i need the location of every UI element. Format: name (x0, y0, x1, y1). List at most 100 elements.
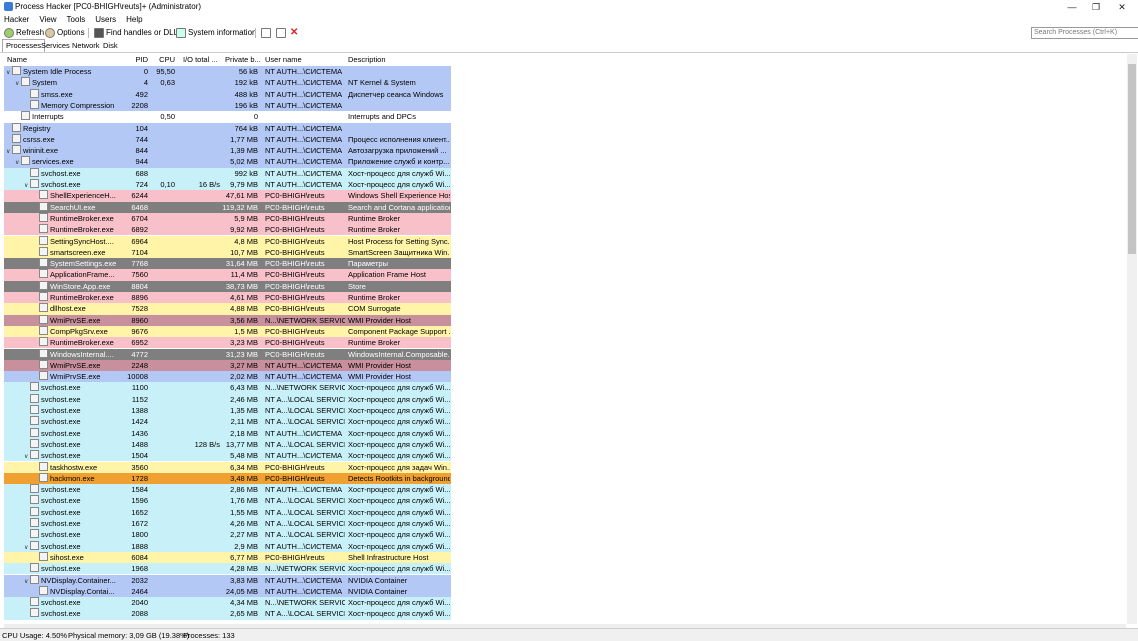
process-row[interactable]: ∨ NVDisplay.Container... 2032 3,83 MB NT AUT… (4, 574, 451, 586)
tab-network[interactable]: Network (69, 40, 103, 51)
column-pid[interactable]: PID (126, 54, 148, 66)
process-row[interactable]: WinStore.App.exe 8804 38,73 MB PC0-BHIGH\re… (4, 280, 451, 292)
process-row[interactable]: SettingSyncHost.... 6964 4,8 MB PC0-BHIGH\r… (4, 235, 451, 247)
process-row[interactable]: svchost.exe 1424 2,11 MB NT A...\LOCAL SERV… (4, 416, 451, 428)
process-row[interactable]: svchost.exe 1672 4,26 MB NT A...\LOCAL SERV… (4, 518, 451, 530)
process-row[interactable]: svchost.exe 1596 1,76 MB NT A...\LOCAL SERV… (4, 495, 451, 507)
process-row[interactable]: taskhostw.exe 3560 6,34 MB PC0-BHIGH\reuts Х… (4, 461, 451, 473)
process-row[interactable]: Interrupts 0,50 0 Interrupts and DPCs (4, 111, 451, 123)
process-row[interactable]: WmiPrvSE.exe 10008 2,02 MB NT AUTH...\СИСТЕ… (4, 371, 451, 383)
process-name: services.exe (32, 157, 74, 167)
process-row[interactable]: ∨ services.exe 944 5,02 MB NT AUTH...\СИСТЕМ… (4, 156, 451, 168)
process-row[interactable]: svchost.exe 2040 4,34 MB N...\NETWORK SERVI… (4, 597, 451, 609)
process-row[interactable]: NVDisplay.Contai... 2464 24,05 MB NT AUTH..… (4, 585, 451, 598)
process-row[interactable]: svchost.exe 688 992 kB NT AUTH...\СИСТЕМА Хо… (4, 167, 451, 179)
process-row[interactable]: svchost.exe 1436 2,18 MB NT AUTH...\СИСТЕМА… (4, 427, 451, 439)
process-row[interactable]: CompPkgSrv.exe 9676 1,5 MB PC0-BHIGH\reuts C… (4, 325, 451, 338)
process-row[interactable]: ∨ svchost.exe 1504 5,48 MB NT AUTH...\СИСТЕМ… (4, 450, 451, 462)
process-row[interactable]: ∨ System Idle Process 0 95,50 56 kB NT AUTH..… (4, 66, 451, 78)
refresh-button[interactable]: Refresh (4, 26, 44, 39)
process-name: Memory Compression (41, 100, 115, 110)
user-name-cell: NT AUTH...\СИСТЕМА (265, 168, 343, 178)
tab-services[interactable]: Services (38, 40, 73, 51)
private-bytes-cell: 488 kB (234, 89, 258, 99)
io-cell (180, 134, 220, 145)
process-row[interactable]: SystemSettings.exe 7768 31,64 MB PC0-BHIGH\… (4, 258, 451, 270)
minimize-button[interactable]: — (1060, 1, 1084, 13)
menu-help[interactable]: Help (126, 14, 142, 25)
system-information-button[interactable]: System information (176, 26, 256, 39)
pid-cell: 7560 (131, 270, 148, 280)
process-name: RuntimeBroker.exe (50, 213, 114, 223)
cpu-cell (151, 213, 175, 224)
terminate-icon[interactable]: ✕ (290, 26, 298, 39)
scrollbar-thumb[interactable] (1128, 64, 1136, 254)
find-handles-button[interactable]: Find handles or DLLs (94, 26, 182, 39)
process-row[interactable]: ∨ svchost.exe 724 0,10 16 B/s 9,79 MB NT AUTH.… (4, 179, 451, 191)
process-row[interactable]: ∨ wininit.exe 844 1,39 MB NT AUTH...\СИСТЕМА… (4, 145, 451, 157)
process-row[interactable]: svchost.exe 2088 2,65 MB NT A...\LOCAL SERV… (4, 608, 451, 620)
process-row[interactable]: svchost.exe 1584 2,86 MB NT AUTH...\СИСТЕМА… (4, 484, 451, 496)
process-row[interactable]: RuntimeBroker.exe 6952 3,23 MB PC0-BHIGH\re… (4, 337, 451, 349)
search-input[interactable]: Search Processes (Ctrl+K) (1031, 27, 1138, 39)
column-description[interactable]: Description (348, 54, 448, 66)
process-row[interactable]: ApplicationFrame... 7560 11,4 MB PC0-BHIGH\… (4, 269, 451, 281)
process-name-cell: svchost.exe (24, 405, 124, 416)
cpu-cell (151, 608, 175, 619)
close-button[interactable]: ✕ (1110, 1, 1134, 13)
pid-cell: 7104 (131, 247, 148, 257)
process-icon (30, 506, 39, 516)
process-row[interactable]: RuntimeBroker.exe 8896 4,61 MB PC0-BHIGH\re… (4, 292, 451, 304)
process-row[interactable]: ∨ svchost.exe 1888 2,9 MB NT AUTH...\СИСТЕМА… (4, 540, 451, 552)
vertical-scrollbar[interactable] (1127, 54, 1137, 624)
process-icon (30, 167, 39, 177)
process-row[interactable]: Registry 104 764 kB NT AUTH...\СИСТЕМА (4, 122, 451, 134)
menu-hacker[interactable]: Hacker (4, 14, 29, 25)
process-name: NVDisplay.Container... (41, 575, 116, 585)
maximize-button[interactable]: ❐ (1084, 1, 1108, 13)
process-row[interactable]: svchost.exe 1488 128 B/s 13,77 MB NT A...\LO… (4, 438, 451, 451)
process-row[interactable]: RuntimeBroker.exe 6704 5,9 MB PC0-BHIGH\reu… (4, 212, 451, 225)
process-row[interactable]: csrss.exe 744 1,77 MB NT AUTH...\СИСТЕМА Про… (4, 133, 451, 146)
process-row[interactable]: dllhost.exe 7528 4,88 MB PC0-BHIGH\reuts COM… (4, 303, 451, 315)
process-row[interactable]: RuntimeBroker.exe 6892 9,92 MB PC0-BHIGH\re… (4, 224, 451, 236)
column-name[interactable]: Name (7, 54, 127, 66)
process-row[interactable]: ShellExperienceH... 6244 47,61 MB PC0-BHIGH… (4, 190, 451, 202)
process-row[interactable]: sihost.exe 6084 6,77 MB PC0-BHIGH\reuts Shel… (4, 551, 451, 564)
column-private-bytes[interactable]: Private b... (225, 54, 261, 66)
process-row[interactable]: svchost.exe 1152 2,46 MB NT A...\LOCAL SERV… (4, 393, 451, 405)
process-row[interactable]: Memory Compression 2208 196 kB NT AUTH...\С… (4, 99, 451, 112)
window-button[interactable] (261, 26, 271, 39)
process-row[interactable]: WmiPrvSE.exe 2248 3,27 MB NT AUTH...\СИСТЕМ… (4, 359, 451, 372)
process-row[interactable]: WindowsInternal.... 4772 31,23 MB PC0-BHIGH… (4, 348, 451, 360)
private-bytes-cell: 10,7 MB (230, 247, 258, 257)
tab-disk[interactable]: Disk (100, 40, 121, 51)
process-row[interactable]: svchost.exe 1800 2,27 MB NT A...\LOCAL SERV… (4, 529, 451, 541)
menu-tools[interactable]: Tools (67, 14, 86, 25)
menu-view[interactable]: View (39, 14, 56, 25)
process-row[interactable]: svchost.exe 1652 1,55 MB NT A...\LOCAL SERV… (4, 506, 451, 518)
menu-users[interactable]: Users (95, 14, 116, 25)
column-io-total[interactable]: I/O total ... (183, 54, 221, 66)
column-user-name[interactable]: User name (265, 54, 345, 66)
options-button[interactable]: Options (45, 26, 85, 39)
private-bytes-cell: 5,48 MB (230, 451, 258, 461)
user-name-cell: NT AUTH...\СИСТЕМА (265, 134, 343, 144)
pid-cell: 2032 (131, 575, 148, 585)
pid-cell: 688 (135, 168, 148, 178)
properties-button[interactable] (276, 26, 286, 39)
column-cpu[interactable]: CPU (151, 54, 175, 66)
chart-icon (176, 27, 186, 38)
process-row[interactable]: svchost.exe 1968 4,28 MB N...\NETWORK SERVI… (4, 563, 451, 575)
process-row[interactable]: smartscreen.exe 7104 10,7 MB PC0-BHIGH\reut… (4, 246, 451, 259)
process-row[interactable]: ∨ System 4 0,63 192 kB NT AUTH...\СИСТЕМА NT K… (4, 77, 451, 89)
process-row[interactable]: svchost.exe 1100 6,43 MB N...\NETWORK SERVI… (4, 382, 451, 394)
pid-cell: 1152 (131, 394, 148, 404)
user-name-cell: NT AUTH...\СИСТЕМА (265, 146, 343, 156)
private-bytes-cell: 9,79 MB (230, 180, 258, 189)
process-row[interactable]: WmiPrvSE.exe 8960 3,56 MB N...\NETWORK SERV… (4, 314, 451, 326)
process-row[interactable]: hackmon.exe 1728 3,48 MB PC0-BHIGH\reuts Det… (4, 472, 451, 485)
process-row[interactable]: svchost.exe 1388 1,35 MB NT A...\LOCAL SERV… (4, 405, 451, 417)
process-row[interactable]: smss.exe 492 488 kB NT AUTH...\СИСТЕМА Диспе… (4, 88, 451, 100)
process-row[interactable]: SearchUI.exe 6468 119,32 MB PC0-BHIGH\reuts… (4, 201, 451, 213)
